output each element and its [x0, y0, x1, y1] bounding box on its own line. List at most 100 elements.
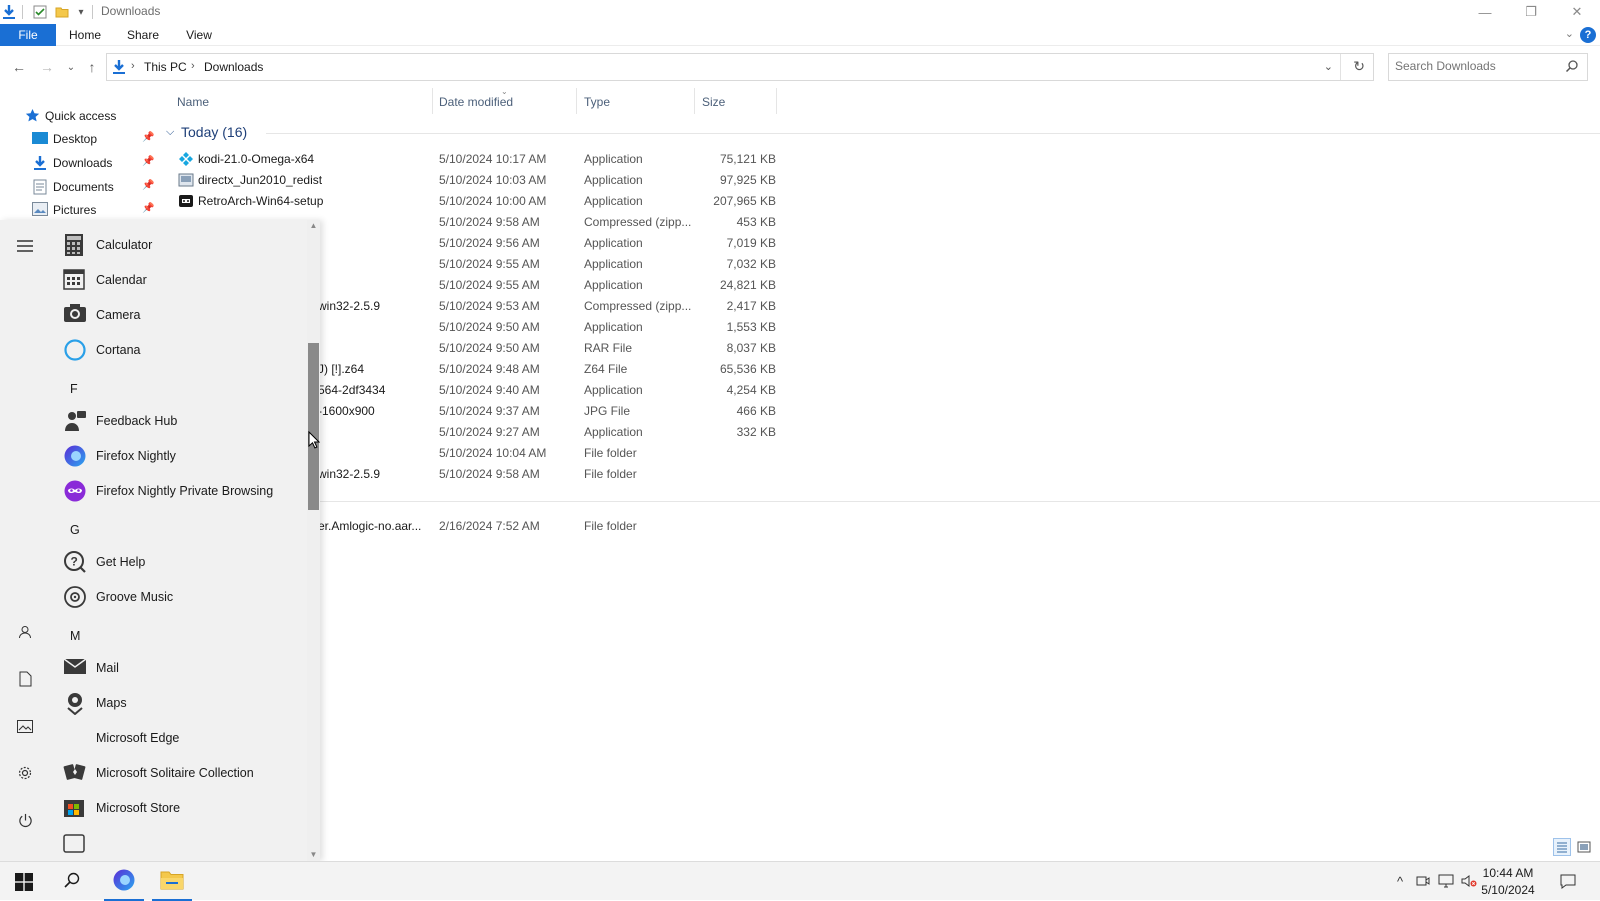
up-arrow-icon[interactable]: ↑ — [83, 58, 101, 76]
app-partial[interactable] — [50, 826, 308, 860]
restore-button[interactable]: ❐ — [1508, 0, 1554, 24]
tab-view[interactable]: View — [176, 24, 222, 46]
network-icon[interactable] — [1437, 872, 1455, 890]
pin-icon[interactable]: 📌 — [142, 132, 154, 143]
nav-downloads[interactable]: Downloads 📌 — [0, 152, 160, 174]
app-microsoft-edge[interactable]: Microsoft Edge — [50, 721, 308, 755]
section-letter-g[interactable]: G — [70, 523, 80, 537]
column-type[interactable]: Type — [584, 95, 610, 109]
documents-icon[interactable] — [13, 667, 37, 691]
hamburger-menu-icon[interactable] — [13, 234, 37, 258]
app-groove-music[interactable]: Groove Music — [50, 580, 308, 614]
pictures-icon[interactable] — [13, 714, 37, 738]
large-icons-view-button[interactable] — [1575, 838, 1593, 856]
tab-share[interactable]: Share — [120, 24, 166, 46]
downloads-app-icon — [0, 3, 18, 21]
app-solitaire[interactable]: Microsoft Solitaire Collection — [50, 756, 308, 790]
taskbar-file-explorer[interactable] — [148, 862, 196, 901]
scrollbar-thumb[interactable] — [308, 343, 319, 510]
breadcrumb-downloads[interactable]: Downloads — [204, 60, 263, 74]
action-center-icon[interactable] — [1559, 872, 1577, 890]
scroll-up-arrow-icon[interactable]: ▲ — [307, 220, 320, 232]
app-label: Microsoft Store — [96, 801, 181, 815]
properties-icon[interactable] — [31, 3, 49, 21]
file-type: Application — [584, 278, 643, 292]
file-size: 1,553 KB — [726, 320, 776, 334]
app-cortana[interactable]: Cortana — [50, 333, 308, 367]
start-button[interactable] — [0, 862, 48, 901]
app-calendar[interactable]: Calendar — [50, 263, 308, 297]
tab-file[interactable]: File — [0, 24, 56, 46]
file-type: RAR File — [584, 341, 633, 355]
pin-icon[interactable]: 📌 — [142, 156, 154, 167]
details-view-button[interactable] — [1553, 838, 1571, 856]
refresh-icon[interactable]: ↻ — [1353, 58, 1365, 75]
address-dropdown-icon[interactable]: ⌄ — [1324, 60, 1333, 73]
app-firefox-private[interactable]: Firefox Nightly Private Browsing — [50, 474, 308, 508]
start-menu-scrollbar[interactable]: ▲ ▼ — [307, 220, 320, 861]
breadcrumb-separator-icon[interactable]: › — [131, 60, 135, 72]
app-microsoft-store[interactable]: Microsoft Store — [50, 791, 308, 825]
app-get-help[interactable]: ? Get Help — [50, 545, 308, 579]
forward-arrow-icon[interactable]: → — [38, 58, 56, 76]
group-header-today[interactable]: ⌵ Today (16) — [166, 122, 1600, 144]
file-row[interactable]: kodi-21.0-Omega-x64 5/10/2024 10:17 AM A… — [166, 148, 776, 169]
tab-home[interactable]: Home — [62, 24, 108, 46]
kodi-icon — [178, 151, 194, 166]
show-hidden-icons-chevron-icon[interactable]: ^ — [1391, 872, 1409, 890]
minimize-button[interactable]: — — [1462, 0, 1508, 24]
user-account-icon[interactable] — [13, 620, 37, 644]
file-row[interactable]: RetroArch-Win64-setup 5/10/2024 10:00 AM… — [166, 190, 776, 211]
new-folder-icon[interactable] — [53, 3, 71, 21]
address-bar[interactable]: › This PC › Downloads ⌄ ↻ — [106, 53, 1374, 81]
nav-pictures[interactable]: Pictures 📌 — [0, 199, 160, 221]
back-arrow-icon[interactable]: ← — [10, 58, 28, 76]
breadcrumb-this-pc[interactable]: This PC — [144, 60, 187, 74]
search-input[interactable] — [1395, 59, 1555, 73]
search-icon[interactable] — [1565, 59, 1579, 76]
section-letter-f[interactable]: F — [70, 382, 78, 396]
file-size: 65,536 KB — [719, 362, 776, 376]
expand-ribbon-icon[interactable]: ⌄ — [1565, 27, 1574, 40]
nav-quick-access[interactable]: Quick access — [0, 105, 160, 127]
power-icon[interactable] — [13, 808, 37, 832]
pictures-icon — [32, 202, 48, 218]
breadcrumb-separator-icon[interactable]: › — [191, 60, 195, 72]
collapse-chevron-icon[interactable]: ⌵ — [166, 126, 174, 139]
app-mail[interactable]: Mail — [50, 651, 308, 685]
pin-icon[interactable]: 📌 — [142, 203, 154, 214]
file-size: 75,121 KB — [719, 152, 776, 166]
recent-locations-icon[interactable]: ⌄ — [62, 58, 80, 76]
file-size: 4,254 KB — [726, 383, 776, 397]
search-box[interactable] — [1388, 53, 1588, 81]
app-label: Groove Music — [96, 590, 174, 604]
file-type: File folder — [584, 519, 637, 533]
settings-gear-icon[interactable] — [13, 761, 37, 785]
scroll-down-arrow-icon[interactable]: ▼ — [307, 849, 320, 861]
file-name: J) [!].z64 — [318, 362, 365, 376]
pin-icon[interactable]: 📌 — [142, 180, 154, 191]
help-icon[interactable]: ? — [1580, 27, 1596, 43]
meet-now-icon[interactable] — [1414, 872, 1432, 890]
app-firefox-nightly[interactable]: Firefox Nightly — [50, 439, 308, 473]
app-label: Get Help — [96, 555, 146, 569]
close-button[interactable]: ✕ — [1554, 0, 1600, 24]
nav-desktop[interactable]: Desktop 📌 — [0, 128, 160, 150]
column-size[interactable]: Size — [702, 95, 725, 109]
section-letter-m[interactable]: M — [70, 629, 80, 643]
search-taskbar-button[interactable] — [48, 862, 96, 901]
column-date-modified[interactable]: Date modified — [439, 95, 513, 109]
file-row[interactable]: directx_Jun2010_redist 5/10/2024 10:03 A… — [166, 169, 776, 190]
retroarch-icon — [178, 193, 194, 208]
nav-documents[interactable]: Documents 📌 — [0, 176, 160, 198]
group-divider — [166, 501, 1600, 502]
system-clock[interactable]: 10:44 AM 5/10/2024 — [1476, 865, 1540, 899]
column-name[interactable]: Name — [177, 95, 209, 109]
app-calculator[interactable]: Calculator — [50, 228, 308, 262]
taskbar-firefox-nightly[interactable] — [100, 862, 148, 901]
app-maps[interactable]: Maps — [50, 686, 308, 720]
customize-toolbar-icon[interactable]: ▾ — [72, 3, 90, 21]
app-feedback-hub[interactable]: Feedback Hub — [50, 404, 308, 438]
file-name: er.Amlogic-no.aar... — [318, 519, 422, 533]
app-camera[interactable]: Camera — [50, 298, 308, 332]
